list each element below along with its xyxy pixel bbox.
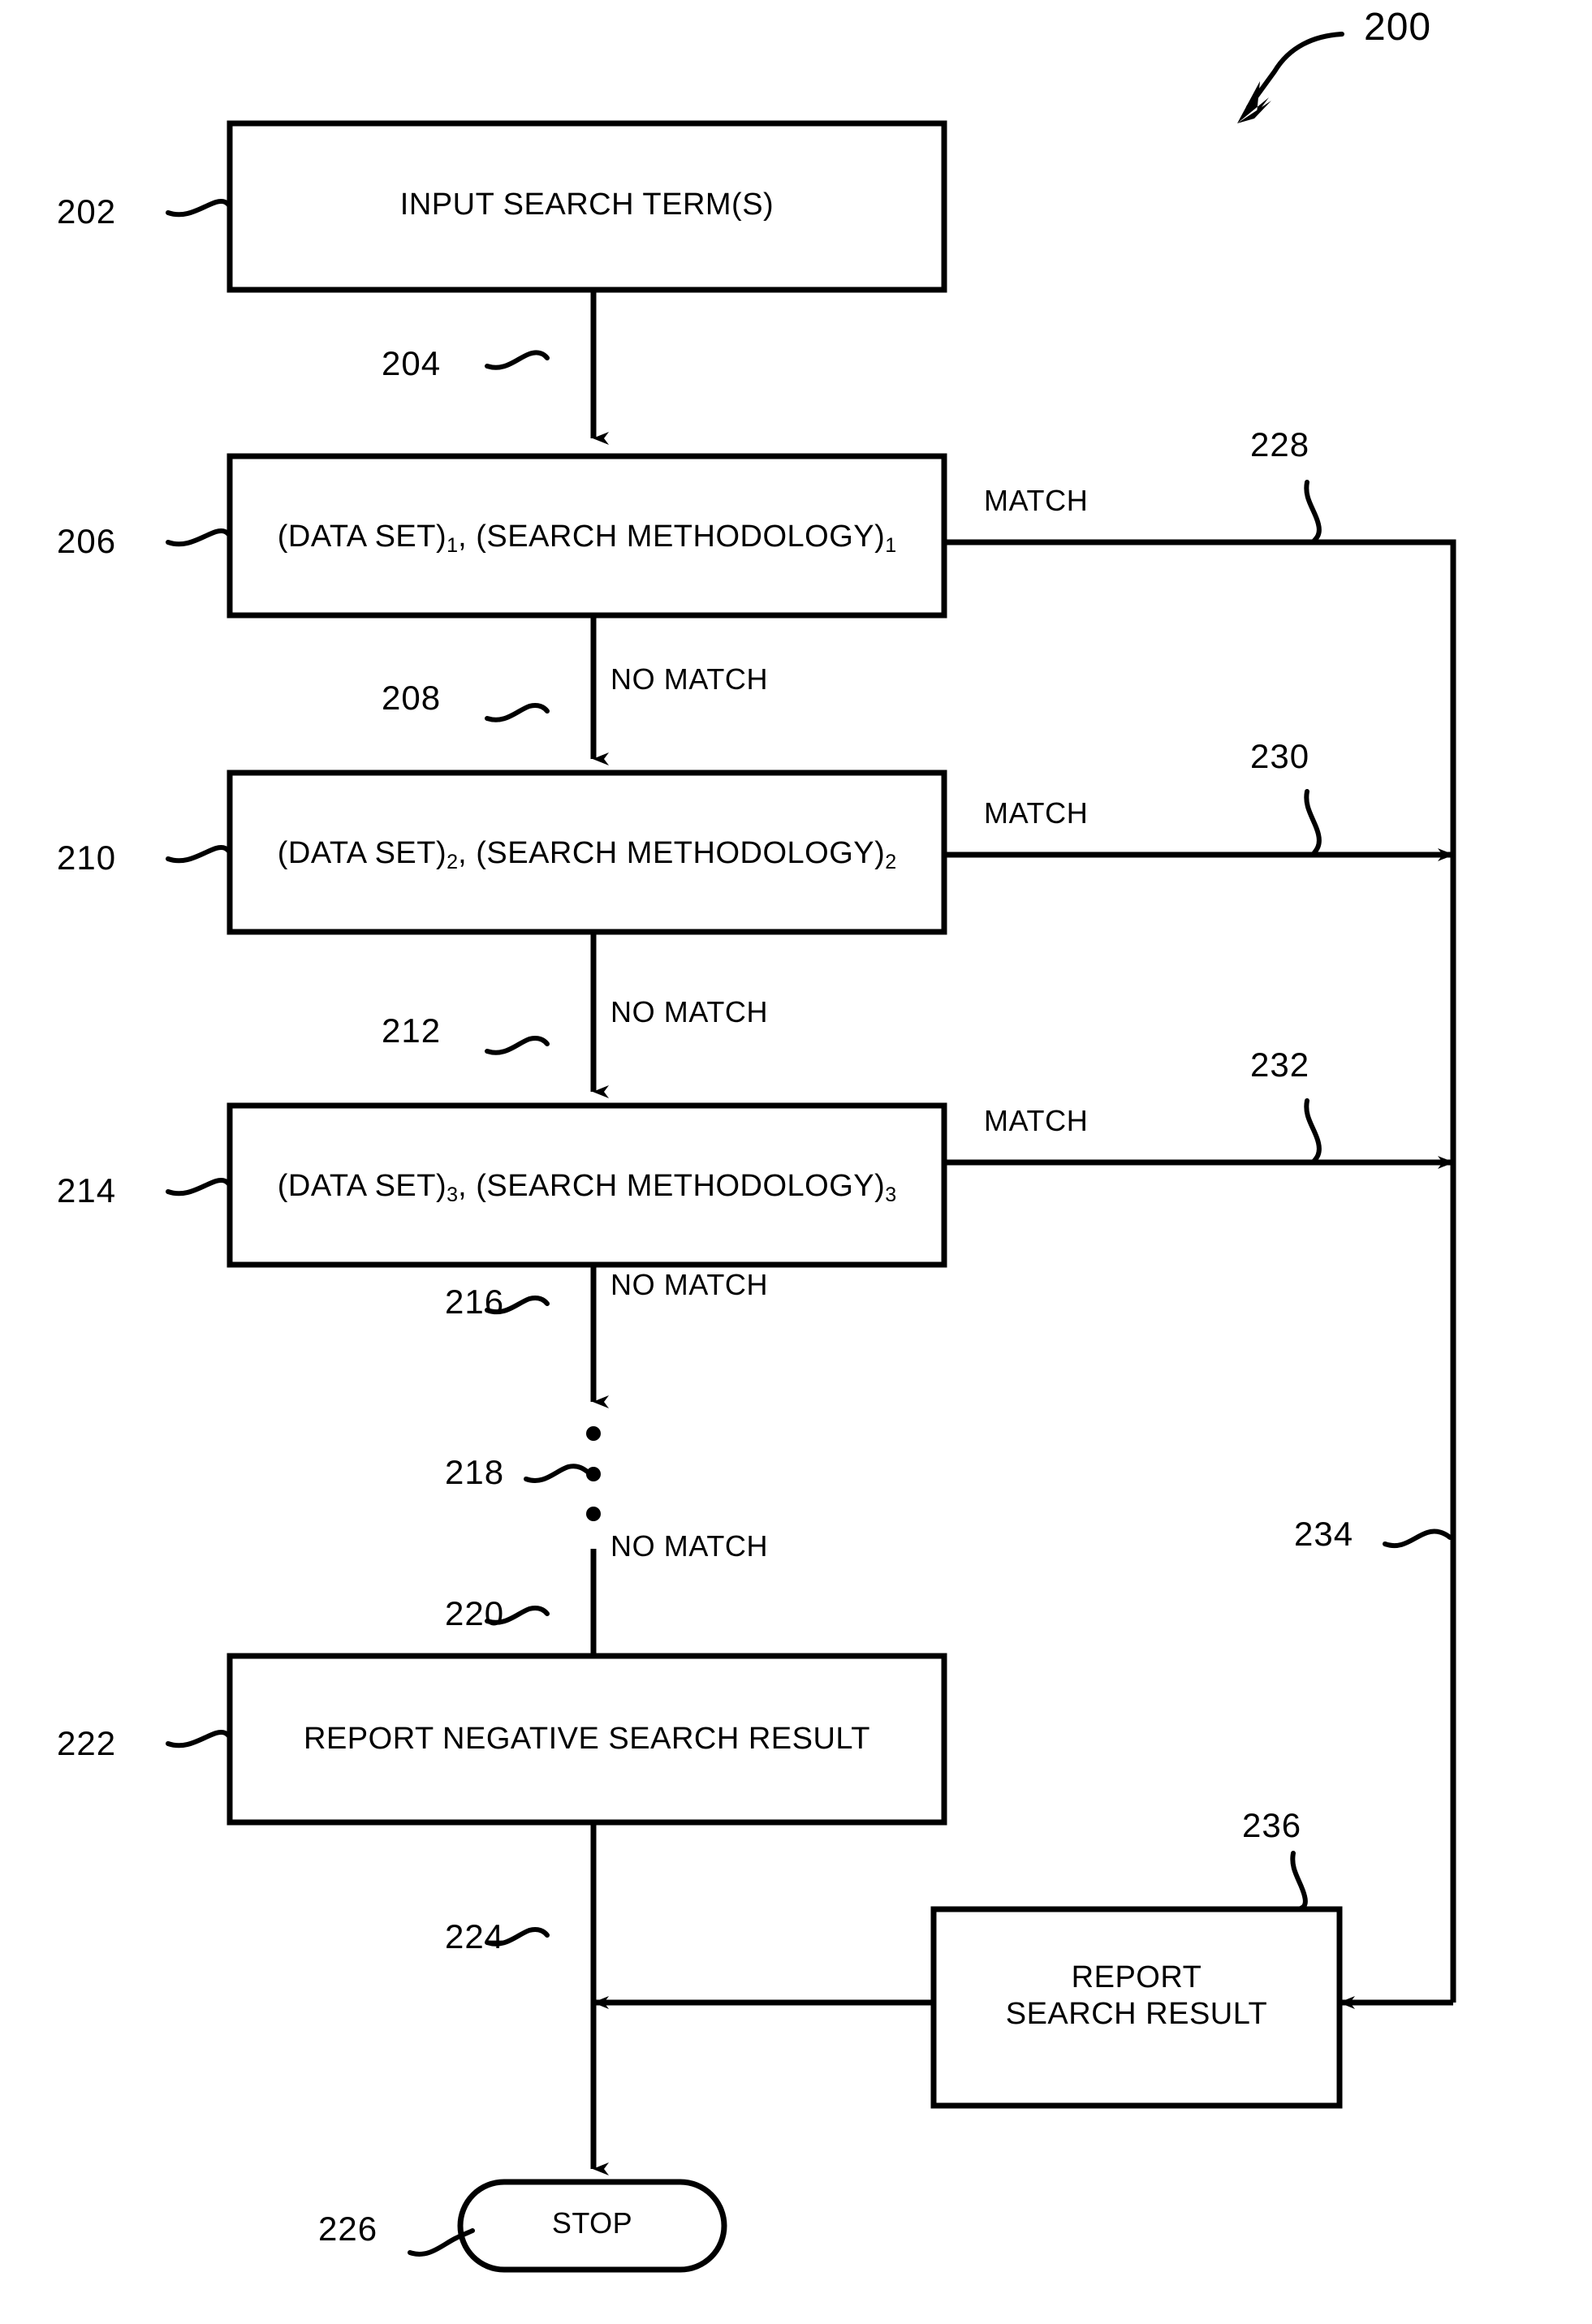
edge-label-match-228: MATCH bbox=[984, 484, 1089, 517]
flowchart-vector-layer bbox=[166, 32, 1456, 2273]
ref-number-226: 226 bbox=[318, 2210, 378, 2248]
node-210-sub2: 2 bbox=[885, 851, 897, 874]
ref-number-202: 202 bbox=[57, 192, 117, 231]
leader-208 bbox=[485, 702, 550, 722]
node-236-line2: SEARCH RESULT bbox=[1005, 1996, 1268, 2031]
ref-number-212: 212 bbox=[382, 1011, 442, 1050]
edge-label-match-230: MATCH bbox=[984, 796, 1089, 830]
node-label-202: INPUT SEARCH TERM(S) bbox=[399, 188, 774, 222]
node-206-prefix: (DATA SET) bbox=[277, 520, 447, 554]
patent-flowchart-figure: 200 INPUT SEARCH TERM(S) 202 204 (DATA S… bbox=[0, 0, 1592, 2324]
leader-210 bbox=[166, 844, 232, 864]
leader-204 bbox=[485, 350, 550, 370]
node-210-mid: , (SEARCH METHODOLOGY) bbox=[458, 836, 886, 870]
node-206-sub1: 1 bbox=[447, 534, 459, 558]
leader-218 bbox=[524, 1464, 592, 1483]
node-210-sub1: 2 bbox=[447, 851, 459, 874]
node-214-sub1: 3 bbox=[447, 1184, 459, 1207]
ref-number-218: 218 bbox=[445, 1453, 505, 1491]
leader-214 bbox=[166, 1177, 232, 1196]
ref-number-236: 236 bbox=[1242, 1806, 1302, 1844]
leader-234 bbox=[1383, 1528, 1452, 1548]
ref-number-234: 234 bbox=[1294, 1515, 1354, 1553]
edge-label-match-232: MATCH bbox=[984, 1104, 1089, 1137]
node-label-236: REPORT SEARCH RESULT bbox=[934, 1960, 1340, 2033]
edge-line-228 bbox=[944, 539, 1456, 2003]
edge-label-nomatch-220: NO MATCH bbox=[610, 1529, 769, 1563]
leader-232 bbox=[1304, 1098, 1322, 1165]
node-label-206: (DATA SET)1, (SEARCH METHODOLOGY)1 bbox=[230, 519, 944, 558]
node-label-210: (DATA SET)2, (SEARCH METHODOLOGY)2 bbox=[230, 835, 944, 875]
leader-206 bbox=[166, 528, 232, 547]
edge-label-nomatch-212: NO MATCH bbox=[610, 995, 769, 1028]
node-210-prefix: (DATA SET) bbox=[277, 836, 447, 870]
ref-number-228: 228 bbox=[1250, 425, 1310, 464]
node-236-line1: REPORT bbox=[1071, 1960, 1202, 1994]
node-label-222: REPORT NEGATIVE SEARCH RESULT bbox=[304, 1722, 870, 1756]
leader-236 bbox=[1290, 1851, 1308, 1912]
ref-number-214: 214 bbox=[57, 1171, 117, 1209]
ref-number-206: 206 bbox=[57, 522, 117, 560]
ref-number-210: 210 bbox=[57, 839, 117, 877]
node-label-214: (DATA SET)3, (SEARCH METHODOLOGY)3 bbox=[230, 1168, 944, 1208]
node-206-sub2: 1 bbox=[885, 534, 897, 558]
ref-number-232: 232 bbox=[1250, 1046, 1310, 1084]
ref-number-216: 216 bbox=[445, 1283, 505, 1321]
leader-222 bbox=[166, 1729, 232, 1748]
edge-label-nomatch-208: NO MATCH bbox=[610, 662, 769, 696]
node-label-226: STOP bbox=[551, 2206, 633, 2240]
ref-number-204: 204 bbox=[382, 344, 442, 382]
ref-number-230: 230 bbox=[1250, 737, 1310, 775]
node-214-prefix: (DATA SET) bbox=[277, 1169, 447, 1203]
ref-number-208: 208 bbox=[382, 679, 442, 717]
node-206-mid: , (SEARCH METHODOLOGY) bbox=[458, 520, 886, 554]
figure-ref-leader-200 bbox=[1237, 32, 1344, 123]
figure-ref-200: 200 bbox=[1364, 5, 1431, 50]
ref-number-224: 224 bbox=[445, 1917, 505, 1955]
figure-ref-200-value: 200 bbox=[1364, 6, 1432, 49]
ref-number-222: 222 bbox=[57, 1724, 117, 1762]
leader-230 bbox=[1304, 789, 1322, 857]
leader-228 bbox=[1304, 480, 1322, 545]
leader-212 bbox=[485, 1035, 550, 1055]
node-214-mid: , (SEARCH METHODOLOGY) bbox=[458, 1169, 886, 1203]
edge-label-nomatch-216: NO MATCH bbox=[610, 1268, 769, 1301]
ref-number-220: 220 bbox=[445, 1594, 505, 1632]
node-214-sub2: 3 bbox=[885, 1184, 897, 1207]
leader-202 bbox=[166, 198, 232, 218]
